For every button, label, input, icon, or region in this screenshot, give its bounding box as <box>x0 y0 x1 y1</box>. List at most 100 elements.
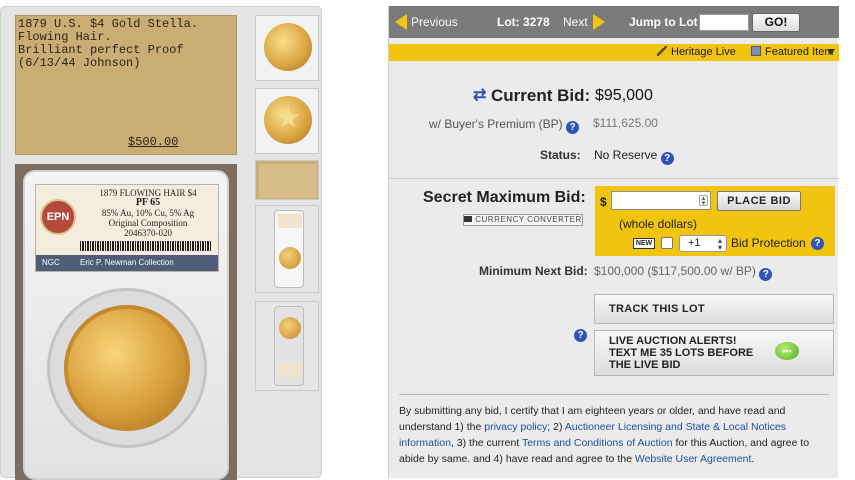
buyers-premium-text: w/ Buyer's Premium (BP) <box>429 117 563 131</box>
buyers-premium-label: w/ Buyer's Premium (BP) ? <box>429 117 579 134</box>
envelope-price: $500.00 1exem <box>128 110 179 154</box>
thumbnail-slab-back[interactable] <box>255 301 319 391</box>
slab-thumb-label <box>278 214 302 228</box>
slab-line-4: Original Composition <box>108 218 188 228</box>
envelope-thumb <box>259 164 317 198</box>
buyers-premium-value: $111,625.00 <box>593 116 658 130</box>
slab-cert: 2046370-020 <box>124 228 172 238</box>
bid-amount-input[interactable] <box>611 191 711 210</box>
terms-conditions-link[interactable]: Terms and Conditions of Auction <box>522 437 673 449</box>
hammer-icon <box>657 46 667 56</box>
star-icon: ★ <box>275 102 301 133</box>
currency-icon <box>464 216 473 222</box>
main-photo-envelope[interactable]: 1879 U.S. $4 Gold Stella. Flowing Hair. … <box>15 15 237 155</box>
jump-to-lot-label: Jump to Lot <box>629 15 698 29</box>
bid-protection-label: Bid Protection <box>731 236 806 250</box>
slab-thumb <box>274 210 304 288</box>
epn-badge: EPN <box>40 199 76 235</box>
next-lot-link[interactable]: Next <box>563 6 588 38</box>
slab-thumb-back-label <box>278 363 302 377</box>
help-icon[interactable]: ? <box>759 268 773 281</box>
chat-icon: ••• <box>775 342 799 360</box>
envelope-price-amount: $500.00 <box>128 135 179 149</box>
min-next-bid-value: $100,000 ($117,500.00 w/ BP) ? <box>594 264 773 281</box>
bid-terms-text: By submitting any bid, I certify that I … <box>399 403 829 467</box>
collection-name: Eric P. Newman Collection <box>80 258 174 267</box>
terms-text-3: , 3) the current <box>450 437 522 449</box>
lot-navigation: Previous Lot: 3278 Next Jump to Lot GO! <box>389 6 839 38</box>
privacy-policy-link[interactable]: privacy policy <box>484 421 547 433</box>
min-next-bid-text: $100,000 ($117,500.00 w/ BP) <box>594 264 756 278</box>
bid-panel: Previous Lot: 3278 Next Jump to Lot GO! … <box>388 6 839 478</box>
slab-thumb-coin <box>279 247 301 269</box>
jump-to-lot-input[interactable] <box>699 14 749 31</box>
currency-converter-label: CURRENCY CONVERTER <box>475 215 582 224</box>
help-icon[interactable]: ? <box>811 237 824 250</box>
divider <box>389 178 839 179</box>
thumbnail-slab-front[interactable] <box>255 205 319 293</box>
website-user-agreement-link[interactable]: Website User Agreement <box>635 453 752 465</box>
chevron-down-icon[interactable] <box>827 49 835 55</box>
bid-entry-box: $ ▴ ▾ PLACE BID (whole dollars) NEW +1 ▴ ▾… <box>595 186 835 256</box>
slab-line-3: 85% Au, 10% Cu, 5% Ag <box>101 208 195 218</box>
divider <box>399 394 829 395</box>
track-lot-button[interactable]: TRACK THIS LOT <box>594 294 834 324</box>
status-value: No Reserve ? <box>594 148 674 165</box>
feature-bar: Heritage Live Featured Item <box>389 44 839 61</box>
thumbnail-reverse[interactable]: ★ <box>255 88 319 154</box>
arrow-left-icon[interactable] <box>395 14 407 30</box>
secret-max-bid-label: Secret Maximum Bid: <box>423 189 586 206</box>
slab-thumb-back <box>274 306 304 386</box>
thumbnail-obverse[interactable] <box>255 15 319 81</box>
alert-line-3: THE LIVE BID <box>609 359 681 371</box>
heritage-live-label: Heritage Live <box>671 46 736 58</box>
main-photo-slab[interactable]: EPN 1879 FLOWING HAIR $4 PF 65 85% Au, 1… <box>15 164 237 480</box>
whole-dollars-note: (whole dollars) <box>619 217 698 231</box>
slab-label-footer: NGC Eric P. Newman Collection <box>36 255 218 271</box>
thumbnail-envelope[interactable] <box>255 160 319 200</box>
increment-selected: +1 <box>688 237 701 249</box>
go-button[interactable]: GO! <box>752 13 800 32</box>
live-alerts-button[interactable]: LIVE AUCTION ALERTS! TEXT ME 35 LOTS BEF… <box>594 330 834 376</box>
currency-converter-button[interactable]: CURRENCY CONVERTER <box>463 214 583 226</box>
previous-lot-link[interactable]: Previous <box>411 6 458 38</box>
help-icon[interactable]: ? <box>660 152 674 165</box>
featured-item-label: Featured Item <box>765 46 834 58</box>
refresh-icon[interactable]: ⇄ <box>473 88 489 104</box>
help-icon[interactable]: ? <box>574 329 587 342</box>
lot-number: Lot: 3278 <box>497 15 550 29</box>
place-bid-button[interactable]: PLACE BID <box>717 191 801 211</box>
slab-coin-window <box>47 288 207 448</box>
coin-obverse <box>64 305 190 431</box>
coin-thumb-reverse: ★ <box>264 96 312 144</box>
alert-line-1: LIVE AUCTION ALERTS! <box>609 335 737 347</box>
terms-text-5: . <box>751 453 755 465</box>
current-bid-value: $95,000 <box>595 87 653 104</box>
barcode <box>80 241 212 251</box>
help-icon[interactable]: ? <box>566 121 579 134</box>
terms-text-2: ; 2) <box>547 421 565 433</box>
status-text: No Reserve <box>594 148 658 162</box>
alert-line-2: TEXT ME 35 LOTS BEFORE <box>609 347 754 359</box>
envelope-handwriting: 1879 U.S. $4 Gold Stella. Flowing Hair. … <box>18 17 199 70</box>
slab-grade: PF 65 <box>135 197 161 208</box>
slab-label: EPN 1879 FLOWING HAIR $4 PF 65 85% Au, 1… <box>35 184 219 272</box>
dollar-sign: $ <box>600 195 607 209</box>
increment-select[interactable]: +1 ▴ ▾ <box>679 235 727 252</box>
min-next-bid-label: Minimum Next Bid: <box>479 264 588 278</box>
new-badge: NEW <box>633 238 655 249</box>
featured-item-link[interactable]: Featured Item <box>751 46 833 59</box>
slab-thumb-back-coin <box>279 317 301 339</box>
arrow-right-icon[interactable] <box>593 14 605 30</box>
coin-thumb-obverse <box>264 23 312 71</box>
bid-protection-checkbox[interactable] <box>661 237 673 249</box>
stepper-icon[interactable]: ▴ ▾ <box>699 195 708 207</box>
heritage-live-link[interactable]: Heritage Live <box>657 46 736 59</box>
chevron-down-icon: ▴ ▾ <box>717 236 722 252</box>
ngc-brand: NGC <box>42 258 60 267</box>
current-bid-label: Current Bid: <box>491 86 591 105</box>
image-gallery: 1879 U.S. $4 Gold Stella. Flowing Hair. … <box>0 6 322 480</box>
slab-label-text: 1879 FLOWING HAIR $4 PF 65 85% Au, 10% C… <box>80 188 216 238</box>
featured-icon <box>751 46 761 56</box>
status-label: Status: <box>540 148 581 162</box>
